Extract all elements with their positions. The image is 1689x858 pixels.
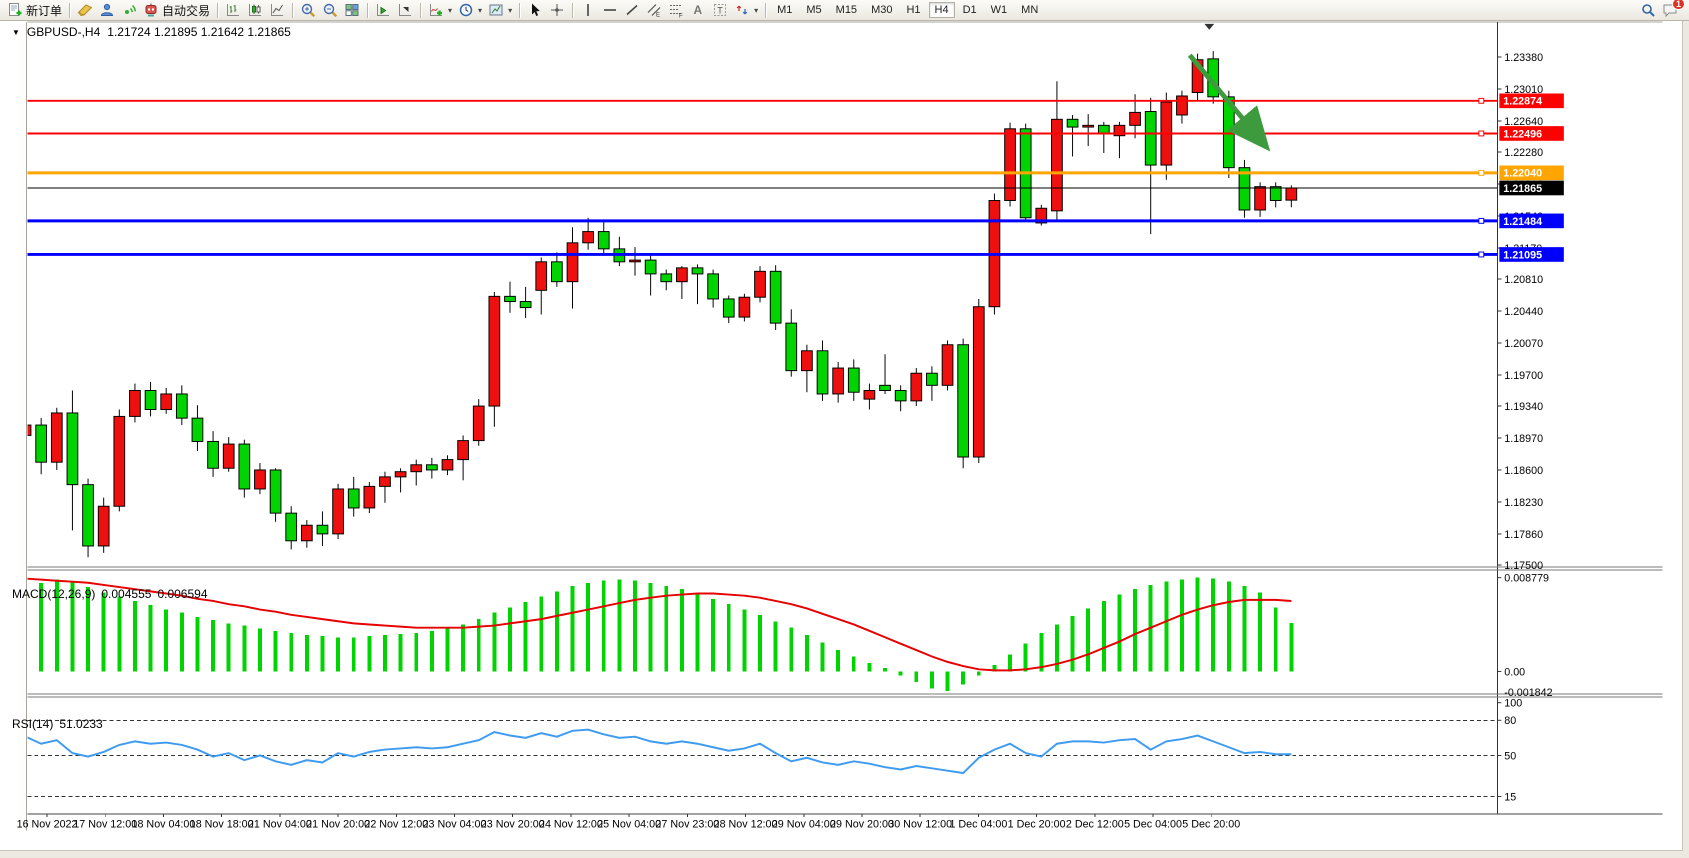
mt4-terminal: { "toolbar": { "new_order": "新订单", "auto… <box>0 0 1689 858</box>
window-right-edge <box>1682 20 1689 858</box>
clock-icon <box>458 2 474 18</box>
profile-icon <box>99 2 115 18</box>
signals-button[interactable] <box>118 1 140 19</box>
crosshair-icon <box>549 2 565 18</box>
auto-trading-icon <box>143 2 159 18</box>
candlestick-icon <box>247 2 263 18</box>
toolbar: 新订单 自动交易 ▾ ▾ <box>0 0 1689 21</box>
crosshair-button[interactable] <box>546 1 568 19</box>
toolbar-separator <box>69 3 70 18</box>
trendline-tool-button[interactable] <box>621 1 643 19</box>
arrows-tool-button[interactable]: ▾ <box>731 1 761 19</box>
line-chart-mode-button[interactable] <box>266 1 288 19</box>
chart-shift-icon <box>397 2 413 18</box>
chevron-down-icon: ▾ <box>754 6 758 15</box>
toolbar-separator <box>765 3 766 18</box>
vertical-line-icon <box>580 2 596 18</box>
auto-scroll-icon <box>375 2 391 18</box>
time-axis[interactable] <box>8 833 1682 851</box>
text-label-tool-button[interactable]: T <box>709 1 731 19</box>
line-chart-icon <box>269 2 285 18</box>
fibonacci-tool-button[interactable]: F <box>665 1 687 19</box>
toolbar-separator <box>572 3 573 18</box>
notification-count-badge: 1 <box>1672 0 1685 10</box>
window-bottom-edge <box>0 850 1683 858</box>
chart-shift-button[interactable] <box>394 1 416 19</box>
zoom-in-button[interactable] <box>297 1 319 19</box>
templates-icon <box>488 2 504 18</box>
zoom-in-icon <box>300 2 316 18</box>
chart-window: 1.233801.230101.226401.222801.219101.215… <box>0 20 1689 858</box>
new-order-icon <box>7 2 23 18</box>
equidistant-channel-icon: E <box>646 2 662 18</box>
timeframe-button-m5[interactable]: M5 <box>800 2 827 18</box>
gold-marker-icon <box>77 2 93 18</box>
periods-button[interactable]: ▾ <box>455 1 485 19</box>
search-button[interactable] <box>1637 1 1659 19</box>
toolbar-separator <box>519 3 520 18</box>
vertical-line-tool-button[interactable] <box>577 1 599 19</box>
new-order-label: 新订单 <box>26 2 62 19</box>
signals-icon <box>121 2 137 18</box>
toolbar-separator <box>420 3 421 18</box>
text-label-icon: T <box>712 2 728 18</box>
notifications-button[interactable]: 1 <box>1659 1 1681 19</box>
auto-trading-button[interactable]: 自动交易 <box>140 1 213 19</box>
search-icon <box>1640 2 1656 18</box>
timeframe-button-h1[interactable]: H1 <box>900 2 926 18</box>
tile-windows-button[interactable] <box>341 1 363 19</box>
zoom-out-icon <box>322 2 338 18</box>
arrows-icon <box>734 2 750 18</box>
bar-chart-icon <box>225 2 241 18</box>
new-order-button[interactable]: 新订单 <box>4 1 65 19</box>
toolbar-separator <box>292 3 293 18</box>
rsi-pane[interactable] <box>8 714 1513 833</box>
tile-windows-icon <box>344 2 360 18</box>
cursor-button[interactable] <box>524 1 546 19</box>
chevron-down-icon: ▾ <box>448 6 452 15</box>
horizontal-line-tool-button[interactable] <box>599 1 621 19</box>
auto-scroll-button[interactable] <box>372 1 394 19</box>
timeframe-toolbar: M1M5M15M30H1H4D1W1MN <box>770 2 1045 18</box>
indicators-button[interactable]: ▾ <box>425 1 455 19</box>
text-icon: A <box>690 2 706 18</box>
timeframe-button-mn[interactable]: MN <box>1015 2 1044 18</box>
marker-tool-button[interactable] <box>74 1 96 19</box>
trendline-icon <box>624 2 640 18</box>
fibonacci-icon: F <box>668 2 684 18</box>
timeframe-button-m15[interactable]: M15 <box>830 2 863 18</box>
cursor-icon <box>527 2 543 18</box>
timeframe-button-m30[interactable]: M30 <box>865 2 898 18</box>
timeframe-button-h4[interactable]: H4 <box>929 2 955 18</box>
svg-text:E: E <box>656 13 660 19</box>
templates-button[interactable]: ▾ <box>485 1 515 19</box>
horizontal-line-icon <box>602 2 618 18</box>
price-axis[interactable] <box>1514 22 1682 833</box>
timeframe-button-d1[interactable]: D1 <box>957 2 983 18</box>
chevron-down-icon: ▾ <box>478 6 482 15</box>
channel-tool-button[interactable]: E <box>643 1 665 19</box>
main-chart-area[interactable] <box>8 22 1513 580</box>
auto-trading-label: 自动交易 <box>162 2 210 19</box>
timeframe-button-w1[interactable]: W1 <box>985 2 1014 18</box>
svg-text:T: T <box>717 6 723 16</box>
toolbar-separator <box>217 3 218 18</box>
profiles-button[interactable] <box>96 1 118 19</box>
zoom-out-button[interactable] <box>319 1 341 19</box>
chevron-down-icon: ▾ <box>508 6 512 15</box>
macd-pane[interactable] <box>8 584 1513 710</box>
candlestick-mode-button[interactable] <box>244 1 266 19</box>
svg-text:F: F <box>679 14 683 19</box>
text-tool-button[interactable]: A <box>687 1 709 19</box>
bar-chart-mode-button[interactable] <box>222 1 244 19</box>
svg-text:A: A <box>694 3 703 17</box>
toolbar-separator <box>367 3 368 18</box>
indicators-icon <box>428 2 444 18</box>
timeframe-button-m1[interactable]: M1 <box>771 2 798 18</box>
